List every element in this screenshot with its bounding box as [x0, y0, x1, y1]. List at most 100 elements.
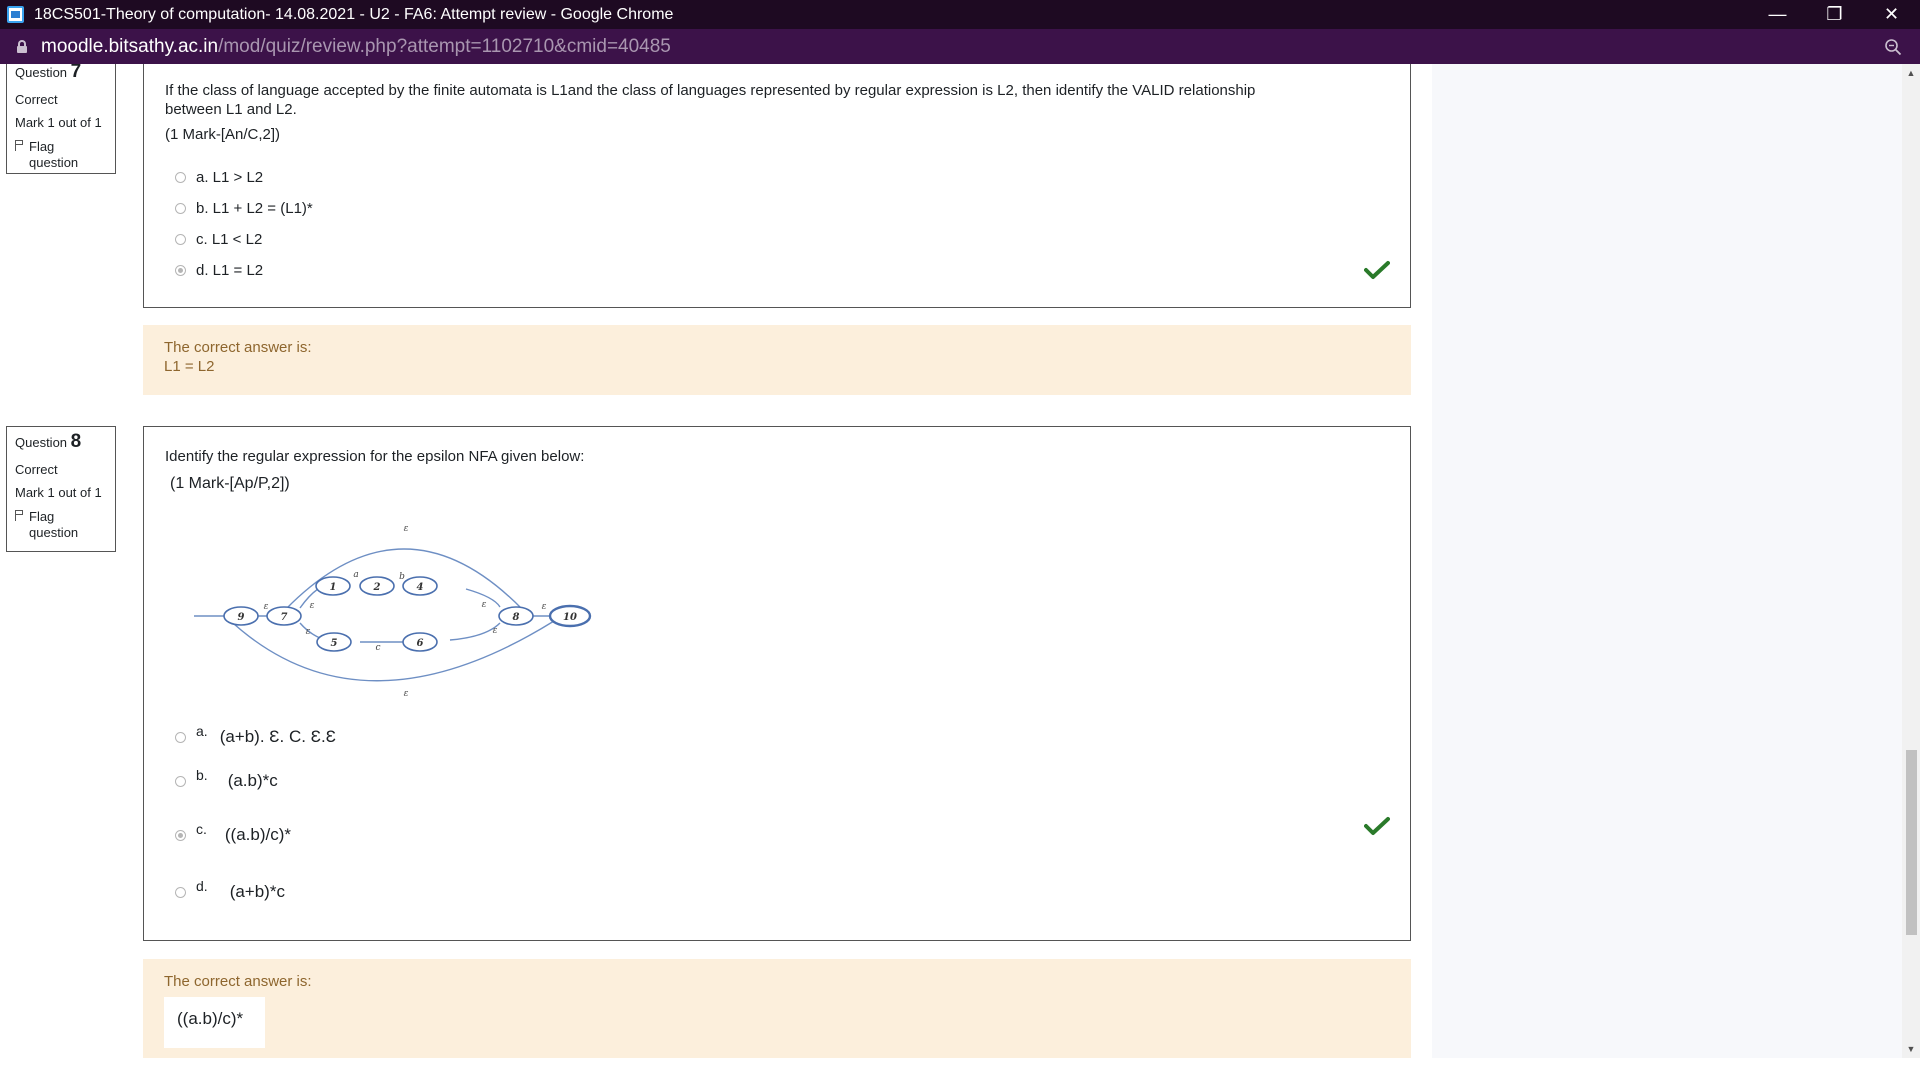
question-text-line1: If the class of language accepted by the… [165, 82, 1256, 99]
feedback-answer: L1 = L2 [164, 358, 215, 375]
edge-label: a [353, 570, 358, 580]
flag-question-link[interactable]: Flag question [15, 509, 108, 540]
option-b[interactable]: b. L1 + L2 = (L1)* [175, 200, 313, 217]
option-label: a. L1 > L2 [196, 169, 264, 186]
window-titlebar: 18CS501-Theory of computation- 14.08.202… [0, 0, 1920, 29]
option-d[interactable]: d. L1 = L2 [175, 262, 263, 279]
url-path: /mod/quiz/review.php?attempt=1102710&cmi… [218, 35, 671, 57]
window-controls: — ❐ ✕ [1749, 0, 1920, 29]
vertical-scrollbar[interactable]: ▲ ▼ [1902, 64, 1920, 1058]
option-a[interactable]: a. (a+b). Ɛ. C. Ɛ.Ɛ [175, 723, 336, 747]
edge-label: ε [404, 524, 409, 534]
option-label: b. L1 + L2 = (L1)* [196, 200, 313, 217]
state-label: 10 [563, 612, 577, 623]
radio-button[interactable] [175, 886, 186, 898]
feedback-8: The correct answer is: ((a.b)/c)* [143, 959, 1411, 1058]
state-label: 9 [238, 612, 245, 623]
state-label: 8 [513, 612, 520, 623]
option-c[interactable]: c. L1 < L2 [175, 231, 262, 248]
option-c[interactable]: c. ((a.b)/c)* [175, 821, 292, 845]
scroll-up-arrow-icon[interactable]: ▲ [1902, 64, 1920, 82]
radio-button[interactable] [175, 203, 186, 214]
state-label: 2 [373, 582, 381, 593]
question-text: Identify the regular expression for the … [165, 448, 585, 465]
option-b[interactable]: b. (a.b)*c [175, 767, 278, 791]
question-mark: Mark 1 out of 1 [15, 485, 102, 501]
flag-question-link[interactable]: Flag question [15, 139, 108, 170]
flag-icon [15, 509, 24, 521]
option-text: (a.b)*c [227, 771, 278, 790]
question-text-line2: between L1 and L2. [165, 101, 297, 118]
radio-button[interactable] [175, 234, 186, 245]
question-label: Question [15, 435, 68, 450]
question-mark-code: (1 Mark-[Ap/P,2]) [170, 475, 290, 492]
feedback-answer: ((a.b)/c)* [164, 997, 266, 1048]
restore-button[interactable]: ❐ [1806, 0, 1863, 29]
feedback-7: The correct answer is: L1 = L2 [143, 325, 1411, 395]
zoom-icon[interactable] [1884, 38, 1902, 56]
question-state: Correct [15, 91, 58, 107]
state-label: 6 [417, 638, 424, 649]
state-label: 4 [417, 582, 424, 593]
edge-label: ε [404, 689, 409, 699]
correct-check-icon [1364, 817, 1390, 835]
question-mark-code: (1 Mark-[An/C,2]) [165, 126, 281, 143]
edge-label: ε [482, 600, 487, 610]
question-info-7: Question 7 Correct Mark 1 out of 1 Flag … [6, 64, 116, 174]
vertical-scroll-thumb[interactable] [1906, 750, 1917, 935]
edge-label: c [375, 643, 380, 653]
question-state: Correct [15, 461, 58, 477]
feedback-label: The correct answer is: [164, 973, 312, 990]
option-letter: b. [196, 767, 208, 783]
option-text: (a+b)*c [229, 882, 285, 901]
flag-icon [15, 139, 24, 151]
app-icon [7, 6, 24, 23]
radio-button[interactable] [175, 172, 186, 183]
radio-button[interactable] [175, 775, 186, 787]
right-gutter [1432, 64, 1902, 1058]
url-host: moodle.bitsathy.ac.in [41, 35, 219, 57]
question-mark: Mark 1 out of 1 [15, 115, 102, 131]
state-label: 7 [281, 612, 288, 623]
flag-label: Flag question [29, 508, 79, 540]
option-a[interactable]: a. L1 > L2 [175, 169, 263, 186]
option-text: (a+b). Ɛ. C. Ɛ.Ɛ [219, 727, 336, 746]
edge-label: ε [310, 601, 315, 611]
state-label: 5 [331, 638, 338, 649]
nfa-loop-edge [233, 620, 555, 682]
edge-label: ε [264, 602, 269, 612]
epsilon-nfa-diagram: 9 7 1 2 4 5 6 8 10 ε ε ε a b ε ε ε c ε ε [194, 524, 592, 699]
radio-button[interactable] [175, 731, 186, 743]
flag-label: Flag question [29, 138, 79, 170]
scroll-down-arrow-icon[interactable]: ▼ [1902, 1040, 1920, 1058]
lock-icon[interactable] [17, 40, 27, 53]
question-number: 7 [70, 64, 82, 82]
url-text[interactable]: moodle.bitsathy.ac.in/mod/quiz/review.ph… [41, 36, 671, 58]
question-number: 8 [70, 431, 82, 452]
address-bar[interactable]: moodle.bitsathy.ac.in/mod/quiz/review.ph… [0, 29, 1920, 64]
option-text: ((a.b)/c)* [224, 825, 292, 844]
radio-button-selected[interactable] [175, 829, 186, 841]
radio-button-selected[interactable] [175, 265, 186, 276]
minimize-button[interactable]: — [1749, 0, 1806, 29]
close-button[interactable]: ✕ [1863, 0, 1920, 29]
option-label: c. L1 < L2 [196, 231, 263, 248]
option-letter: a. [196, 723, 208, 739]
question-info-8: Question 8 Correct Mark 1 out of 1 Flag … [6, 426, 116, 552]
edge-label: ε [542, 602, 547, 612]
question-8-box: Identify the regular expression for the … [143, 426, 1411, 941]
correct-check-icon [1364, 261, 1390, 279]
page-content: Question 7 Correct Mark 1 out of 1 Flag … [0, 64, 1920, 1058]
edge-label: b [399, 572, 405, 582]
question-label: Question [15, 65, 68, 80]
option-d[interactable]: d. (a+b)*c [175, 878, 285, 902]
edge-label: ε [493, 626, 498, 636]
feedback-label: The correct answer is: [164, 339, 312, 356]
question-text: If the class of language accepted by the… [165, 81, 1255, 119]
option-label: d. L1 = L2 [196, 262, 264, 279]
option-letter: c. [196, 821, 207, 837]
window-title: 18CS501-Theory of computation- 14.08.202… [34, 5, 674, 23]
state-label: 1 [330, 582, 337, 593]
option-letter: d. [196, 878, 208, 894]
edge-label: ε [306, 627, 311, 637]
